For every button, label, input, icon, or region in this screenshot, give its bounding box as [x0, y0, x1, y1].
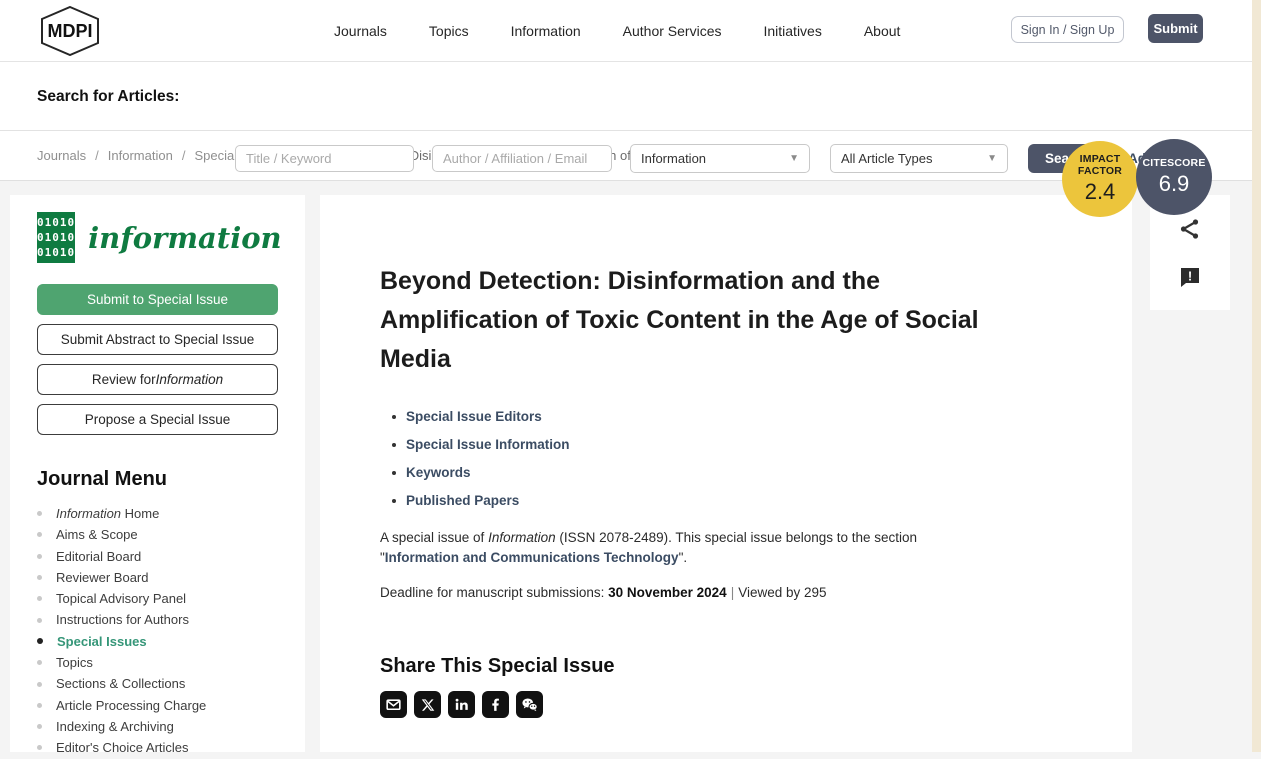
sign-in-button[interactable]: Sign In / Sign Up: [1011, 16, 1124, 43]
nav-author-services[interactable]: Author Services: [623, 23, 722, 39]
submit-abstract-button[interactable]: Submit Abstract to Special Issue: [37, 324, 278, 355]
section-link[interactable]: Information and Communications Technolog…: [385, 550, 679, 565]
article-type-select-value: All Article Types: [841, 151, 933, 166]
bullet-icon: [37, 532, 42, 538]
x-twitter-icon[interactable]: [414, 691, 441, 718]
bullet-icon: [37, 681, 42, 687]
bullet-icon: [392, 499, 396, 503]
journal-select-value: Information: [641, 151, 707, 166]
share-heading: Share This Special Issue: [380, 655, 615, 677]
impact-factor-badge[interactable]: IMPACT FACTOR 2.4: [1062, 141, 1138, 217]
list-item: Published Papers: [380, 487, 1132, 515]
special-issue-description: A special issue of Information (ISSN 207…: [380, 530, 918, 565]
menu-item-topics[interactable]: Topics: [37, 652, 278, 673]
mdpi-special-issue-page: MDPI Journals Topics Information Author …: [0, 0, 1261, 755]
impact-factor-value: 2.4: [1084, 179, 1116, 204]
menu-item-information-home[interactable]: Information Home: [37, 503, 278, 524]
menu-item-special-issues[interactable]: Special Issues: [37, 631, 278, 652]
bullet-icon: [392, 443, 396, 447]
menu-item-aims-scope[interactable]: Aims & Scope: [37, 524, 278, 545]
bullet-icon: [37, 596, 42, 602]
chevron-down-icon: ▼: [789, 153, 799, 164]
breadcrumb-separator: /: [95, 148, 99, 163]
special-issue-content: Beyond Detection: Disinformation and the…: [320, 195, 1132, 752]
bullet-icon: [37, 511, 42, 517]
title-keyword-input[interactable]: [235, 145, 414, 172]
bullet-icon: [392, 471, 396, 475]
submit-to-special-issue-button[interactable]: Submit to Special Issue: [37, 284, 278, 315]
search-label: Search for Articles:: [37, 88, 180, 105]
bullet-icon: [37, 638, 43, 645]
top-navigation: Journals Topics Information Author Servi…: [334, 0, 900, 62]
bullet-icon: [37, 553, 42, 559]
journal-sidebar: 01010 01010 01010 information Submit to …: [10, 195, 305, 755]
link-published-papers[interactable]: Published Papers: [406, 487, 519, 515]
nav-topics[interactable]: Topics: [429, 23, 469, 39]
menu-item-article-processing-charge[interactable]: Article Processing Charge: [37, 695, 278, 716]
special-issue-anchor-links: Special Issue Editors Special Issue Info…: [380, 403, 1132, 515]
email-icon[interactable]: [380, 691, 407, 718]
bullet-icon: [37, 724, 42, 730]
chevron-down-icon: ▼: [987, 153, 997, 164]
svg-text:!: !: [1188, 268, 1192, 283]
citescore-badge[interactable]: CITESCORE 6.9: [1136, 139, 1212, 215]
menu-item-editorial-board[interactable]: Editorial Board: [37, 546, 278, 567]
menu-item-topical-advisory-panel[interactable]: Topical Advisory Panel: [37, 588, 278, 609]
menu-item-editors-choice-articles[interactable]: Editor's Choice Articles: [37, 737, 278, 758]
bullet-icon: [37, 745, 42, 751]
link-keywords[interactable]: Keywords: [406, 459, 471, 487]
linkedin-icon[interactable]: [448, 691, 475, 718]
review-for-information-button[interactable]: Review for Information: [37, 364, 278, 395]
menu-item-sections-collections[interactable]: Sections & Collections: [37, 673, 278, 694]
viewed-count: Viewed by 295: [738, 585, 827, 600]
bullet-icon: [37, 660, 42, 666]
bullet-icon: [37, 575, 42, 581]
link-special-issue-editors[interactable]: Special Issue Editors: [406, 403, 542, 431]
bullet-icon: [37, 702, 42, 708]
binary-logo-icon: 01010 01010 01010: [37, 212, 76, 263]
share-buttons: [380, 691, 1132, 718]
nav-about[interactable]: About: [864, 23, 901, 39]
menu-item-reviewer-board[interactable]: Reviewer Board: [37, 567, 278, 588]
journal-name: information: [88, 220, 282, 255]
bullet-icon: [392, 415, 396, 419]
wechat-icon[interactable]: [516, 691, 543, 718]
nav-journals[interactable]: Journals: [334, 23, 387, 39]
breadcrumb-information[interactable]: Information: [108, 148, 173, 163]
citescore-label: CITESCORE: [1142, 157, 1206, 169]
header: MDPI Journals Topics Information Author …: [0, 0, 1261, 62]
list-item: Special Issue Editors: [380, 403, 1132, 431]
nav-initiatives[interactable]: Initiatives: [763, 23, 821, 39]
mdpi-logo[interactable]: MDPI: [34, 5, 106, 57]
feedback-comment-exclamation-icon[interactable]: !: [1177, 264, 1203, 290]
submit-button[interactable]: Submit: [1148, 14, 1203, 43]
impact-factor-label: IMPACT: [1079, 153, 1121, 165]
citescore-value: 6.9: [1158, 171, 1190, 196]
menu-item-instructions-for-authors[interactable]: Instructions for Authors: [37, 609, 278, 630]
journal-menu-title: Journal Menu: [37, 468, 168, 490]
impact-factor-label-2: FACTOR: [1077, 165, 1123, 177]
article-type-select[interactable]: All Article Types ▼: [830, 144, 1008, 173]
mdpi-logo-text: MDPI: [48, 21, 93, 41]
menu-item-indexing-archiving[interactable]: Indexing & Archiving: [37, 716, 278, 737]
special-issue-title: Beyond Detection: Disinformation and the…: [380, 267, 979, 373]
facebook-icon[interactable]: [482, 691, 509, 718]
link-special-issue-information[interactable]: Special Issue Information: [406, 431, 570, 459]
propose-special-issue-button[interactable]: Propose a Special Issue: [37, 404, 278, 435]
nav-information[interactable]: Information: [511, 23, 581, 39]
right-edge-strip: [1252, 0, 1261, 752]
breadcrumb-separator: /: [181, 148, 186, 163]
deadline-line: Deadline for manuscript submissions: 30 …: [380, 585, 827, 600]
journal-select[interactable]: Information ▼: [630, 144, 810, 173]
deadline-date: 30 November 2024: [608, 585, 727, 600]
author-affiliation-input[interactable]: [432, 145, 612, 172]
information-journal-logo[interactable]: 01010 01010 01010 information: [37, 212, 282, 263]
bullet-icon: [37, 617, 42, 623]
search-bar: Search for Articles: Information ▼ All A…: [0, 62, 1261, 173]
journal-menu: Information Home Aims & Scope Editorial …: [37, 503, 278, 759]
list-item: Keywords: [380, 459, 1132, 487]
list-item: Special Issue Information: [380, 431, 1132, 459]
breadcrumb-journals[interactable]: Journals: [37, 148, 86, 163]
share-icon[interactable]: [1177, 216, 1203, 242]
